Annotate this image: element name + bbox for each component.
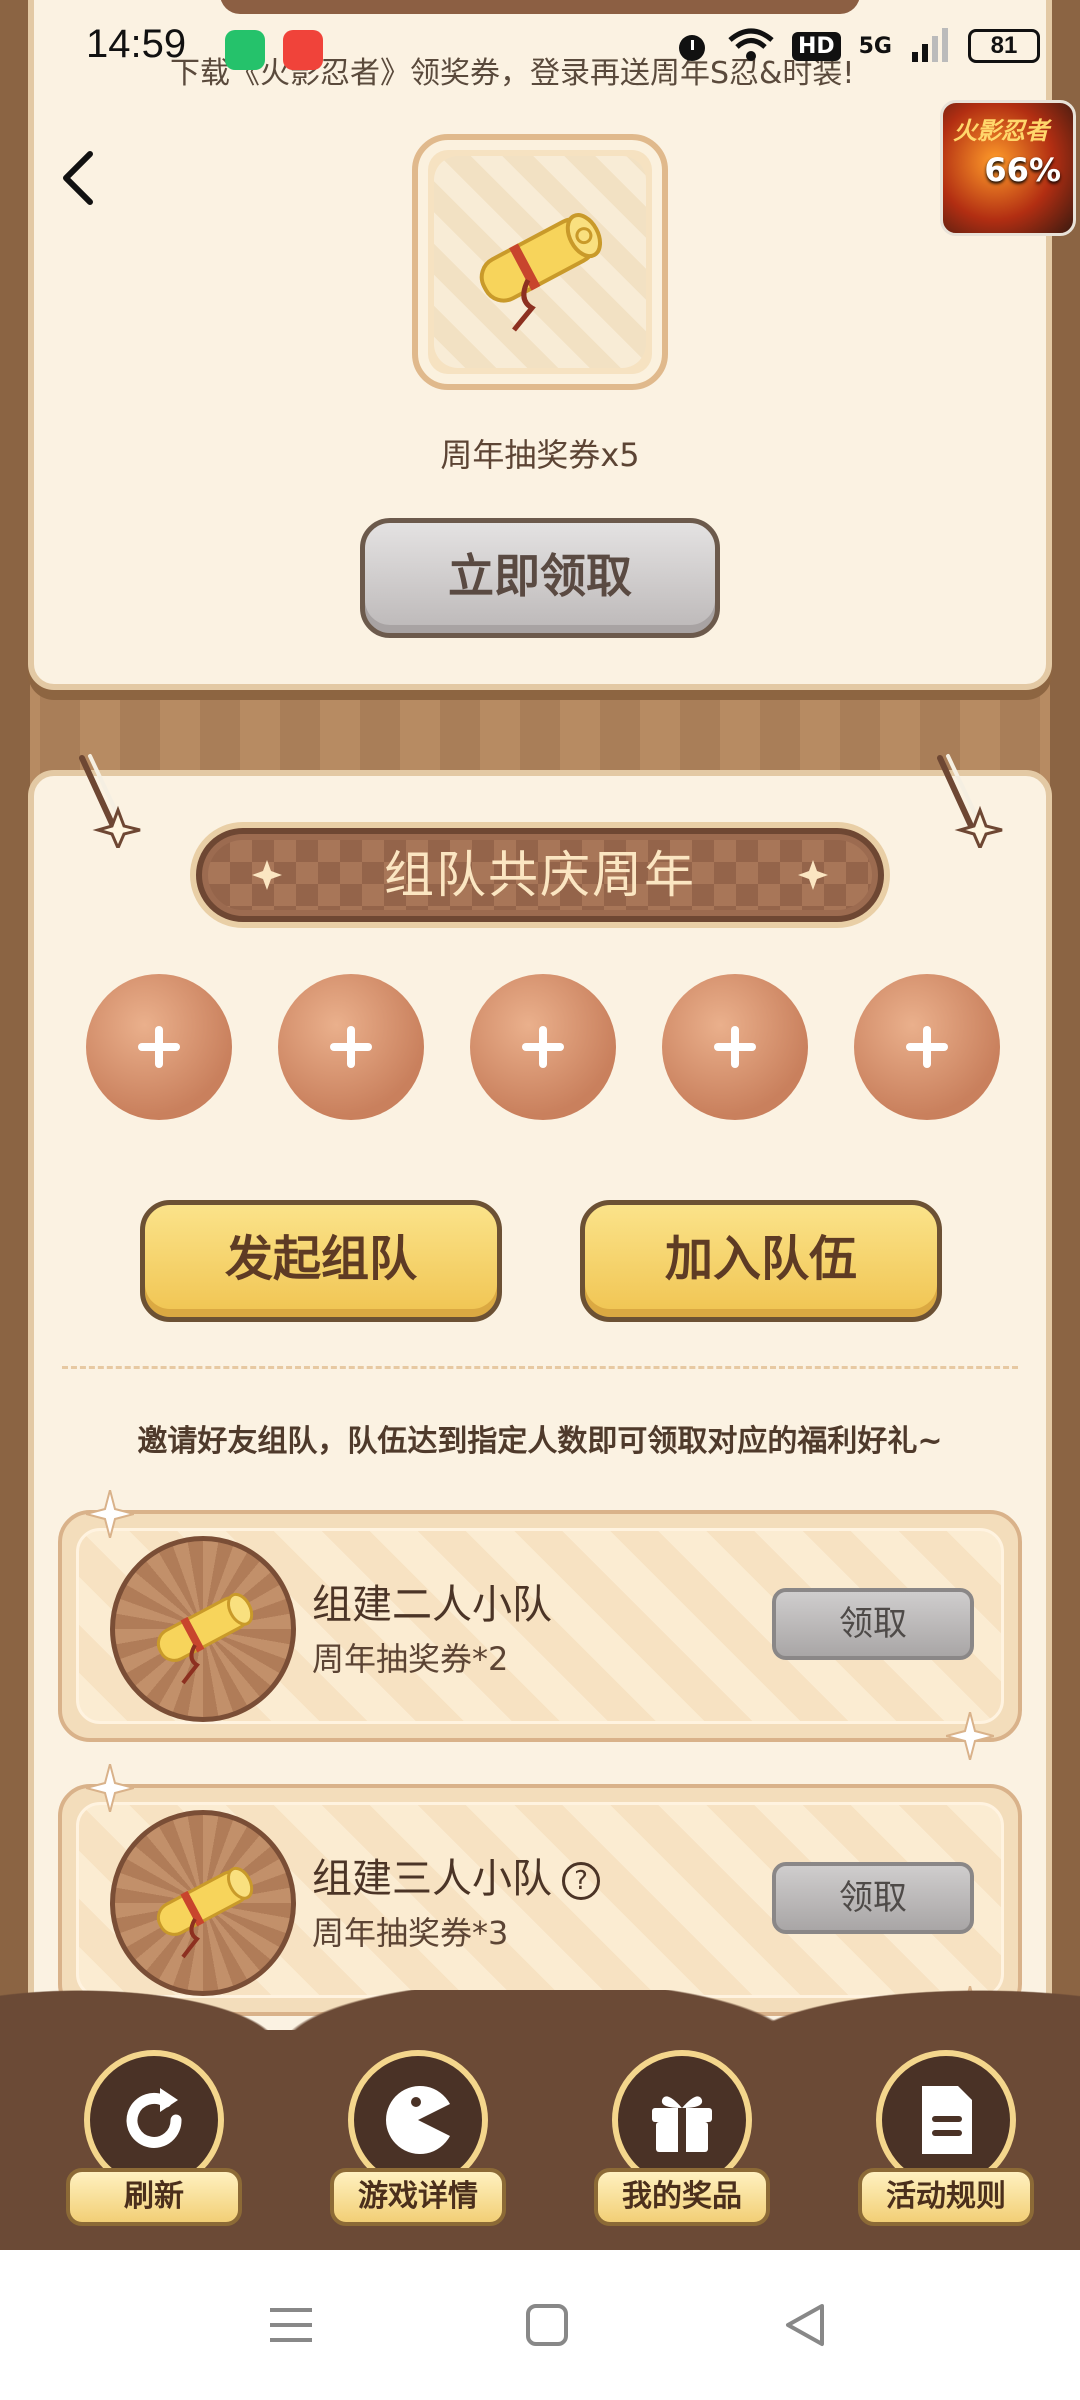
status-icons: HD 5G 81 (674, 28, 1040, 64)
invite-instructions: 邀请好友组队，队伍达到指定人数即可领取对应的福利好礼~ (137, 1424, 943, 1459)
task-reward-icon (110, 1536, 296, 1722)
team-member-slots (86, 974, 1002, 1122)
nav-label: 活动规则 (858, 2168, 1034, 2226)
join-team-button[interactable]: 加入队伍 (580, 1200, 942, 1322)
help-icon[interactable]: ? (562, 1862, 600, 1900)
task-title: 组建二人小队 (312, 1582, 552, 1628)
nav-label: 游戏详情 (330, 2168, 506, 2226)
team-title: 组队共庆周年 (384, 846, 696, 904)
scroll-ticket-icon (479, 213, 603, 332)
plus-icon-v (539, 1026, 547, 1068)
plus-icon-v (731, 1026, 739, 1068)
status-time: 14:59 (86, 22, 187, 66)
task-title: 组建三人小队? (312, 1846, 600, 1904)
system-navigation-bar (0, 2250, 1080, 2400)
task-claim-button[interactable]: 领取 (772, 1862, 974, 1934)
star-icon (798, 860, 828, 890)
alarm-icon (678, 35, 705, 61)
plus-icon-v (347, 1026, 355, 1068)
nav-label: 我的奖品 (594, 2168, 770, 2226)
reward-item-frame (412, 134, 668, 390)
download-progress: 66% (984, 151, 1061, 189)
nav-label: 刷新 (66, 2168, 242, 2226)
hd-badge: HD (791, 31, 841, 61)
sparkle-icon (86, 1764, 134, 1812)
game-logo-text: 火影忍者 (953, 117, 1049, 145)
nav-refresh[interactable]: 刷新 (66, 2050, 242, 2240)
start-team-button[interactable]: 发起组队 (140, 1200, 502, 1322)
task-reward: 周年抽奖券*3 (312, 1914, 509, 1952)
nav-activity-rules[interactable]: 活动规则 (858, 2050, 1034, 2240)
back-nav-icon[interactable] (780, 2300, 830, 2350)
reward-label: 周年抽奖券x5 (440, 436, 640, 474)
battery-indicator: 81 (968, 29, 1040, 63)
claim-now-button[interactable]: 立即领取 (360, 518, 720, 638)
plus-icon-v (155, 1026, 163, 1068)
add-member-slot[interactable] (86, 974, 232, 1120)
document-icon (922, 2086, 972, 2154)
pin-icon (79, 754, 141, 848)
task-card-three-person: 组建三人小队? 周年抽奖券*3 领取 (58, 1784, 1022, 2016)
add-member-slot[interactable] (854, 974, 1000, 1120)
task-reward: 周年抽奖券*2 (312, 1640, 509, 1678)
left-rail (0, 0, 30, 2250)
back-arrow-icon[interactable] (56, 148, 100, 208)
status-bar: 14:59 HD 5G 81 (0, 0, 1080, 100)
scroll-ticket-icon (156, 1592, 254, 1685)
task-card-two-person: 组建二人小队 周年抽奖券*2 领取 (58, 1510, 1022, 1742)
add-member-slot[interactable] (662, 974, 808, 1120)
plus-icon-v (923, 1026, 931, 1068)
task-claim-button[interactable]: 领取 (772, 1588, 974, 1660)
gift-icon (652, 2096, 712, 2152)
nav-my-prizes[interactable]: 我的奖品 (594, 2050, 770, 2240)
team-title-bar: 组队共庆周年 (196, 828, 884, 922)
wifi-icon (728, 28, 774, 61)
add-member-slot[interactable] (470, 974, 616, 1120)
network-label: 5G (858, 33, 892, 59)
dashed-divider (62, 1366, 1018, 1369)
task-reward-icon (110, 1810, 296, 1996)
pacman-icon (386, 2086, 450, 2154)
floating-game-thumbnail[interactable]: 火影忍者 66% (940, 100, 1076, 236)
home-icon[interactable] (522, 2300, 572, 2350)
nav-game-details[interactable]: 游戏详情 (330, 2050, 506, 2240)
sparkle-icon (946, 1712, 994, 1760)
app-notification-icon (225, 30, 265, 70)
recent-apps-icon[interactable] (266, 2300, 316, 2350)
refresh-icon (126, 2088, 182, 2148)
pin-icon (937, 754, 1003, 848)
task-title-text: 组建三人小队 (312, 1856, 552, 1902)
sparkle-icon (86, 1490, 134, 1538)
add-member-slot[interactable] (278, 974, 424, 1120)
app-notification-icon-2 (283, 30, 323, 70)
right-rail (1050, 0, 1080, 2250)
scroll-ticket-icon (156, 1866, 254, 1959)
signal-icon (912, 28, 948, 62)
